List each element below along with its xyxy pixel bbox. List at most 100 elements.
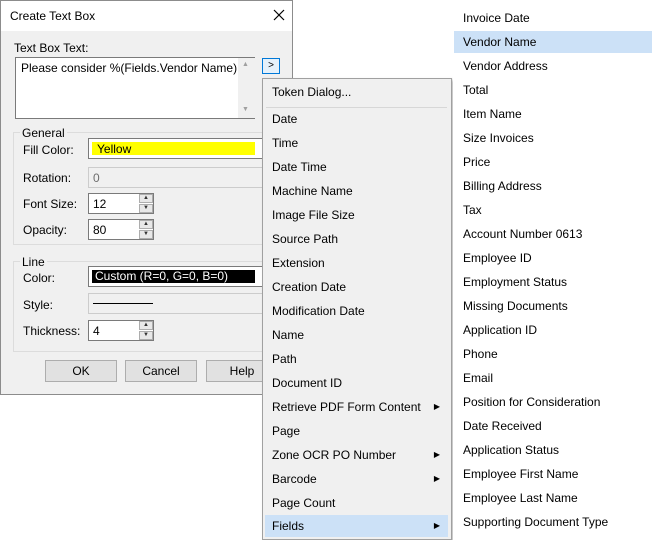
close-icon[interactable] [270, 6, 288, 24]
menu-item-label: Page [272, 424, 301, 438]
menu-item-source-path[interactable]: Source Path [265, 228, 448, 250]
menu-item-creation-date[interactable]: Creation Date [265, 276, 448, 298]
field-item-employee-first-name[interactable]: Employee First Name [454, 463, 652, 485]
menu-item-name[interactable]: Name [265, 324, 448, 346]
text-box-value: Please consider %(Fields.Vendor Name) [21, 61, 238, 75]
field-item-supporting-document-type[interactable]: Supporting Document Type [454, 511, 652, 533]
token-menu: Token Dialog... Date Time Date Time Mach… [262, 78, 452, 540]
menu-item-label: Retrieve PDF Form Content [272, 400, 421, 414]
field-item-date-received[interactable]: Date Received [454, 415, 652, 437]
menu-item-extension[interactable]: Extension [265, 252, 448, 274]
field-item-label: Email [463, 371, 494, 385]
submenu-arrow-icon: ▶ [433, 521, 440, 530]
menu-item-label: Extension [272, 256, 325, 270]
textarea-scrollbar[interactable]: ▲ ▼ [238, 58, 255, 118]
field-item-total[interactable]: Total [454, 79, 652, 101]
field-item-vendor-address[interactable]: Vendor Address [454, 55, 652, 77]
menu-item-document-id[interactable]: Document ID [265, 372, 448, 394]
field-item-label: Vendor Address [463, 59, 548, 73]
cancel-button[interactable]: Cancel [125, 360, 197, 382]
menu-item-label: Zone OCR PO Number [272, 448, 397, 462]
field-item-size-invoices[interactable]: Size Invoices [454, 127, 652, 149]
thickness-spin[interactable]: ▲ ▼ [139, 321, 153, 340]
menu-item-token-dialog[interactable]: Token Dialog... [265, 81, 448, 103]
menu-item-label: Path [272, 352, 297, 366]
rotation-label: Rotation: [23, 171, 72, 185]
font-size-value: 12 [93, 197, 107, 211]
spin-down-icon[interactable]: ▼ [139, 230, 153, 239]
spin-up-icon[interactable]: ▲ [139, 321, 153, 330]
menu-item-label: Source Path [272, 232, 339, 246]
spin-up-icon[interactable]: ▲ [139, 220, 153, 229]
menu-item-label: Fields [272, 519, 305, 533]
field-item-label: Phone [463, 347, 498, 361]
menu-item-page[interactable]: Page [265, 420, 448, 442]
menu-item-label: Image File Size [272, 208, 355, 222]
menu-item-image-file-size[interactable]: Image File Size [265, 204, 448, 226]
field-item-phone[interactable]: Phone [454, 343, 652, 365]
field-item-label: Tax [463, 203, 482, 217]
field-item-email[interactable]: Email [454, 367, 652, 389]
spin-down-icon[interactable]: ▼ [139, 204, 153, 213]
title-bar[interactable]: Create Text Box [1, 1, 292, 31]
field-item-missing-documents[interactable]: Missing Documents [454, 295, 652, 317]
field-item-billing-address[interactable]: Billing Address [454, 175, 652, 197]
scroll-down-icon[interactable]: ▼ [242, 106, 249, 113]
submenu-arrow-icon: ▶ [433, 474, 440, 483]
insert-token-button[interactable]: > [262, 58, 280, 74]
field-item-employee-id[interactable]: Employee ID [454, 247, 652, 269]
field-item-label: Total [463, 83, 489, 97]
rotation-value: 0 [93, 171, 100, 185]
field-item-employee-last-name[interactable]: Employee Last Name [454, 487, 652, 509]
menu-item-label: Barcode [272, 472, 317, 486]
field-item-label: Invoice Date [463, 11, 530, 25]
menu-item-label: Machine Name [272, 184, 353, 198]
opacity-label: Opacity: [23, 223, 68, 237]
field-item-label: Supporting Document Type [463, 515, 609, 529]
field-item-position-for-consideration[interactable]: Position for Consideration [454, 391, 652, 413]
font-size-stepper[interactable]: 12 ▲ ▼ [88, 193, 154, 214]
dialog-title: Create Text Box [10, 9, 96, 23]
menu-item-modification-date[interactable]: Modification Date [265, 300, 448, 322]
opacity-spin[interactable]: ▲ ▼ [139, 220, 153, 239]
menu-item-time[interactable]: Time [265, 132, 448, 154]
menu-item-label: Page Count [272, 496, 336, 510]
field-item-application-id[interactable]: Application ID [454, 319, 652, 341]
ok-button[interactable]: OK [45, 360, 117, 382]
thickness-label: Thickness: [23, 324, 81, 338]
font-size-spin[interactable]: ▲ ▼ [139, 194, 153, 213]
menu-item-date[interactable]: Date [265, 108, 448, 130]
field-item-item-name[interactable]: Item Name [454, 103, 652, 125]
menu-item-barcode[interactable]: Barcode ▶ [265, 468, 448, 490]
line-group-title: Line [20, 255, 47, 269]
scroll-up-icon[interactable]: ▲ [242, 61, 249, 68]
field-item-vendor-name[interactable]: Vendor Name [454, 31, 652, 53]
submenu-arrow-icon: ▶ [433, 450, 440, 459]
opacity-value: 80 [93, 223, 107, 237]
field-item-tax[interactable]: Tax [454, 199, 652, 221]
line-style-preview [93, 303, 153, 304]
field-item-invoice-date[interactable]: Invoice Date [454, 7, 652, 29]
thickness-stepper[interactable]: 4 ▲ ▼ [88, 320, 154, 341]
menu-item-label: Name [272, 328, 305, 342]
opacity-stepper[interactable]: 80 ▲ ▼ [88, 219, 154, 240]
spin-up-icon[interactable]: ▲ [139, 194, 153, 203]
field-item-account-number-0613[interactable]: Account Number 0613 [454, 223, 652, 245]
spin-down-icon[interactable]: ▼ [139, 331, 153, 340]
menu-item-date-time[interactable]: Date Time [265, 156, 448, 178]
text-box-textarea[interactable]: Please consider %(Fields.Vendor Name) ▲ … [15, 57, 255, 119]
menu-item-zone-ocr-po-number[interactable]: Zone OCR PO Number ▶ [265, 444, 448, 466]
fill-color-value: Yellow [97, 142, 132, 156]
field-item-employment-status[interactable]: Employment Status [454, 271, 652, 293]
menu-item-fields[interactable]: Fields ▶ [265, 515, 448, 537]
field-item-application-status[interactable]: Application Status [454, 439, 652, 461]
menu-item-path[interactable]: Path [265, 348, 448, 370]
line-style-label: Style: [23, 298, 54, 312]
menu-item-page-count[interactable]: Page Count [265, 492, 448, 514]
menu-item-label: Creation Date [272, 280, 347, 294]
field-item-label: Date Received [463, 419, 542, 433]
field-item-price[interactable]: Price [454, 151, 652, 173]
menu-item-retrieve-pdf-form-content[interactable]: Retrieve PDF Form Content ▶ [265, 396, 448, 418]
font-size-label: Font Size: [23, 197, 78, 211]
menu-item-machine-name[interactable]: Machine Name [265, 180, 448, 202]
